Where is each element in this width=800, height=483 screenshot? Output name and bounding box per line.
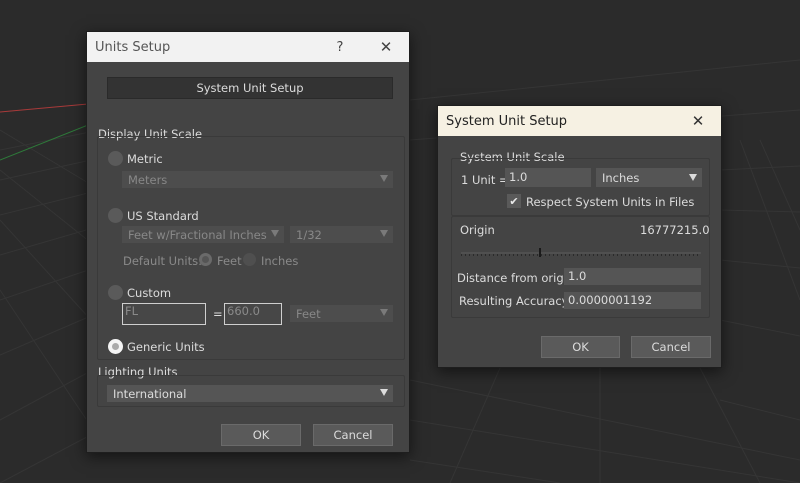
close-button[interactable]: ✕ xyxy=(675,106,721,136)
generic-units-label: Generic Units xyxy=(127,340,205,354)
us-format-dropdown[interactable]: Feet w/Fractional Inches xyxy=(122,226,284,243)
us-standard-radio[interactable] xyxy=(108,208,123,223)
custom-amount-value: 660.0 xyxy=(227,304,260,318)
default-units-label: Default Units: xyxy=(123,254,202,268)
distance-field[interactable]: 1.0 xyxy=(564,268,701,285)
ok-button[interactable]: OK xyxy=(221,424,301,446)
accuracy-value: 0.0000001192 xyxy=(568,293,653,307)
display-unit-scale-group xyxy=(97,136,405,360)
help-icon: ? xyxy=(336,39,344,55)
system-unit-setup-titlebar[interactable]: System Unit Setup ✕ xyxy=(438,106,721,136)
grid-axis-green xyxy=(0,124,89,161)
ok-button[interactable]: OK xyxy=(541,336,620,358)
distance-label: Distance from origin: xyxy=(457,271,578,285)
custom-amount-field[interactable]: 660.0 xyxy=(224,303,282,325)
cancel-button[interactable]: Cancel xyxy=(313,424,393,446)
unit-type-value: Inches xyxy=(602,170,640,185)
cancel-button[interactable]: Cancel xyxy=(631,336,711,358)
feet-label: Feet xyxy=(217,254,242,268)
cancel-button-label: Cancel xyxy=(333,428,373,442)
metric-radio[interactable] xyxy=(108,151,123,166)
custom-unit-value: Feet xyxy=(296,306,321,321)
custom-equals: = xyxy=(213,307,223,321)
unit-type-dropdown[interactable]: Inches xyxy=(596,168,702,187)
accuracy-field: 0.0000001192 xyxy=(564,292,701,309)
units-setup-title: Units Setup xyxy=(95,39,171,55)
unit-equals-label: 1 Unit = xyxy=(461,173,509,187)
cancel-button-label: Cancel xyxy=(651,340,691,354)
respect-units-checkbox[interactable]: ✔ xyxy=(507,194,521,208)
origin-label: Origin xyxy=(460,223,495,237)
feet-radio[interactable] xyxy=(199,253,212,266)
inches-radio[interactable] xyxy=(243,253,256,266)
chevron-down-icon xyxy=(380,389,388,396)
custom-name-value: FL xyxy=(125,304,139,318)
origin-slider[interactable] xyxy=(460,245,703,259)
units-setup-dialog: Units Setup ? ✕ System Unit Setup Displa… xyxy=(86,31,410,453)
system-unit-setup-button-label: System Unit Setup xyxy=(196,81,304,95)
system-unit-setup-title: System Unit Setup xyxy=(446,113,568,129)
custom-label: Custom xyxy=(127,286,172,300)
inches-label: Inches xyxy=(261,254,299,268)
accuracy-label: Resulting Accuracy: xyxy=(459,294,572,308)
origin-value: 16777215.0 xyxy=(640,223,710,237)
lighting-units-value: International xyxy=(113,386,187,401)
close-icon: ✕ xyxy=(379,38,393,56)
custom-radio[interactable] xyxy=(108,285,123,300)
units-setup-titlebar[interactable]: Units Setup ? ✕ xyxy=(87,32,409,62)
ok-button-label: OK xyxy=(572,340,589,354)
unit-value: 1.0 xyxy=(509,170,528,184)
origin-slider-thumb[interactable] xyxy=(539,248,541,257)
metric-label: Metric xyxy=(127,152,163,166)
system-unit-setup-dialog: System Unit Setup ✕ System Unit Scale 1 … xyxy=(437,105,722,368)
chevron-down-icon xyxy=(689,174,697,181)
checkmark-icon: ✔ xyxy=(509,194,519,208)
grid-axis-red xyxy=(0,103,89,113)
fraction-value: 1/32 xyxy=(296,227,322,242)
chevron-down-icon xyxy=(271,230,279,237)
chevron-down-icon xyxy=(380,175,388,182)
metric-units-dropdown[interactable]: Meters xyxy=(122,171,393,188)
generic-units-radio[interactable] xyxy=(108,339,123,354)
respect-units-label: Respect System Units in Files xyxy=(526,195,695,209)
us-standard-label: US Standard xyxy=(127,209,199,223)
close-icon: ✕ xyxy=(691,112,705,130)
help-button[interactable]: ? xyxy=(317,32,363,62)
distance-value: 1.0 xyxy=(568,269,587,283)
us-format-value: Feet w/Fractional Inches xyxy=(128,227,267,242)
close-button[interactable]: ✕ xyxy=(363,32,409,62)
metric-units-value: Meters xyxy=(128,172,168,187)
system-unit-setup-button[interactable]: System Unit Setup xyxy=(107,77,393,99)
chevron-down-icon xyxy=(380,309,388,316)
unit-value-field[interactable]: 1.0 xyxy=(505,168,591,187)
ok-button-label: OK xyxy=(252,428,270,442)
custom-unit-dropdown[interactable]: Feet xyxy=(290,305,393,322)
custom-name-field[interactable]: FL xyxy=(122,303,206,325)
fraction-dropdown[interactable]: 1/32 xyxy=(290,226,393,243)
lighting-units-dropdown[interactable]: International xyxy=(107,385,393,402)
chevron-down-icon xyxy=(380,230,388,237)
